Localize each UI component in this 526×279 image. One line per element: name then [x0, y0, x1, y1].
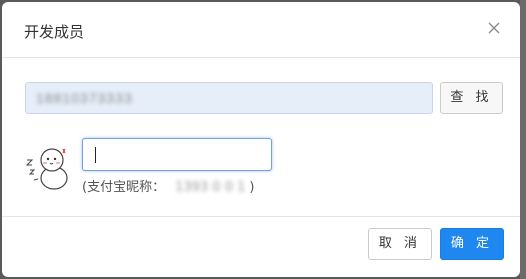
nickname-prefix: (支付宝昵称：	[82, 180, 166, 195]
close-icon[interactable]	[484, 18, 504, 38]
nickname-value: 1393 0 0 1	[175, 180, 246, 195]
text-caret	[95, 147, 96, 163]
search-input-value: 18810373333	[36, 90, 133, 106]
cancel-button[interactable]: 取 消	[368, 228, 432, 260]
snowman-sticker-icon	[25, 148, 68, 190]
search-button[interactable]: 查 找	[440, 82, 503, 114]
dialog-title: 开发成员	[24, 23, 85, 41]
nickname-suffix: )	[249, 180, 255, 195]
dialog-header: 开发成员	[2, 2, 520, 58]
dialog-footer: 取 消 确 定	[2, 216, 520, 277]
nickname-input[interactable]	[82, 138, 272, 171]
account-search-input[interactable]: 18810373333	[25, 82, 433, 114]
confirm-button[interactable]: 确 定	[440, 228, 504, 260]
modal-backdrop	[520, 0, 526, 279]
avatar	[24, 142, 74, 192]
developer-member-dialog: 开发成员 18810373333 查 找 (支付宝昵称： 1393 0 0 1 …	[2, 2, 520, 277]
alipay-nickname-text: (支付宝昵称： 1393 0 0 1)	[82, 176, 254, 195]
